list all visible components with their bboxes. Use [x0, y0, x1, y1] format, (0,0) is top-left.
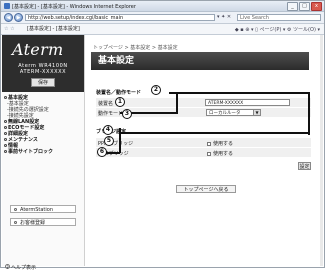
save-button[interactable]: 保存: [31, 78, 55, 87]
set-button[interactable]: 設定: [298, 162, 311, 170]
forward-button[interactable]: ▶: [14, 13, 23, 22]
bullet-icon: [4, 150, 7, 153]
callout-line: [169, 92, 309, 94]
bullet-icon: [4, 132, 7, 135]
active-tab[interactable]: [基本設定] - [基本設定]: [27, 25, 80, 32]
device-name-input[interactable]: ATERM-XXXXXX: [205, 99, 290, 106]
callout-badge-3: 3: [122, 109, 132, 119]
callout-badge-2: 2: [151, 85, 161, 95]
bullet-icon: [4, 126, 7, 129]
callout-line: [119, 128, 121, 153]
minimize-button[interactable]: _: [287, 2, 298, 11]
bullet-icon: [4, 144, 7, 147]
sidebar-menu: 基本設定 -基本設定 -接続先の選択設定 -接続先設定 無線LAN設定 ECOモ…: [4, 95, 82, 155]
callout-badge-5: 5: [104, 136, 114, 146]
ipv6-bridge-checkbox[interactable]: 使用する: [207, 150, 233, 157]
customer-registration-button[interactable]: お客様登録: [10, 218, 76, 226]
browser-window: [基本設定] - [基本設定] - Windows Internet Explo…: [0, 0, 325, 271]
bullet-icon: [14, 221, 17, 224]
search-input[interactable]: Live Search: [237, 14, 321, 21]
back-button[interactable]: ◀: [4, 13, 13, 22]
address-bar: ◀ ▶ http://web.setup/index.cgi/basic_mai…: [1, 12, 324, 24]
callout-badge-6: 6: [97, 147, 107, 157]
row-pppoe-bridge: PPPoEブリッジ 使用する: [96, 138, 311, 148]
bullet-icon: [4, 138, 7, 141]
device-id: ATERM-XXXXXX: [19, 69, 67, 75]
url-action-icons[interactable]: ▾ ✦ ✕: [217, 14, 231, 20]
device-name-label: 装置名: [98, 101, 114, 107]
command-bar[interactable]: ◆ ▪ ⊕ ▾ ▯ ページ(P) ▾ ⚙ ツール(O) ▾: [235, 26, 320, 33]
checkbox-icon: [207, 141, 211, 146]
callout-badge-4: 4: [103, 125, 113, 135]
maximize-button[interactable]: □: [299, 2, 310, 11]
breadcrumb[interactable]: トップページ > 基本設定 > 基本設定: [93, 44, 178, 51]
bullet-icon: [4, 96, 7, 99]
bullet-icon: [4, 120, 7, 123]
vertical-scrollbar[interactable]: [320, 35, 323, 266]
sidebar: Aterm Aterm WR4100N ATERM-XXXXXX 保存 基本設定…: [2, 35, 85, 271]
url-field[interactable]: http://web.setup/index.cgi/basic_main: [25, 14, 215, 21]
help-icon: ?: [5, 264, 10, 270]
close-button[interactable]: x: [311, 2, 322, 11]
chevron-down-icon: ▼: [253, 110, 260, 115]
sidebar-item-site-block[interactable]: 事前サイトブロック: [4, 149, 82, 155]
browser-icon: [4, 3, 10, 9]
bullet-icon: [14, 208, 17, 211]
checkbox-icon: [207, 151, 211, 156]
section-device-name-mode: 装置名／動作モード: [96, 90, 142, 96]
callout-line: [119, 132, 310, 134]
page-title: 基本設定: [91, 52, 309, 70]
row-ipv6-bridge: IPv6ブリッジ 使用する: [96, 148, 311, 158]
title-bar: [基本設定] - [基本設定] - Windows Internet Explo…: [1, 1, 324, 12]
callout-line: [176, 92, 178, 113]
operation-mode-select[interactable]: ローカルルータ ▼: [206, 109, 261, 116]
back-to-top-button[interactable]: トップページへ戻る: [176, 185, 236, 193]
window-title: [基本設定] - [基本設定] - Windows Internet Explo…: [12, 4, 136, 10]
callout-line: [308, 92, 310, 135]
row-device-name: 装置名 ATERM-XXXXXX: [96, 98, 311, 108]
favorites-icon[interactable]: ☆ ☆: [4, 26, 15, 32]
callout-badge-1: 1: [115, 97, 125, 107]
pppoe-bridge-checkbox[interactable]: 使用する: [207, 140, 233, 147]
logo-panel: Aterm Aterm WR4100N ATERM-XXXXXX 保存: [2, 35, 84, 92]
aterm-logo: Aterm: [12, 40, 64, 59]
atermstation-button[interactable]: AtermStation: [10, 205, 76, 213]
tab-bar: ☆ ☆ [基本設定] - [基本設定] ◆ ▪ ⊕ ▾ ▯ ページ(P) ▾ ⚙…: [1, 24, 324, 35]
